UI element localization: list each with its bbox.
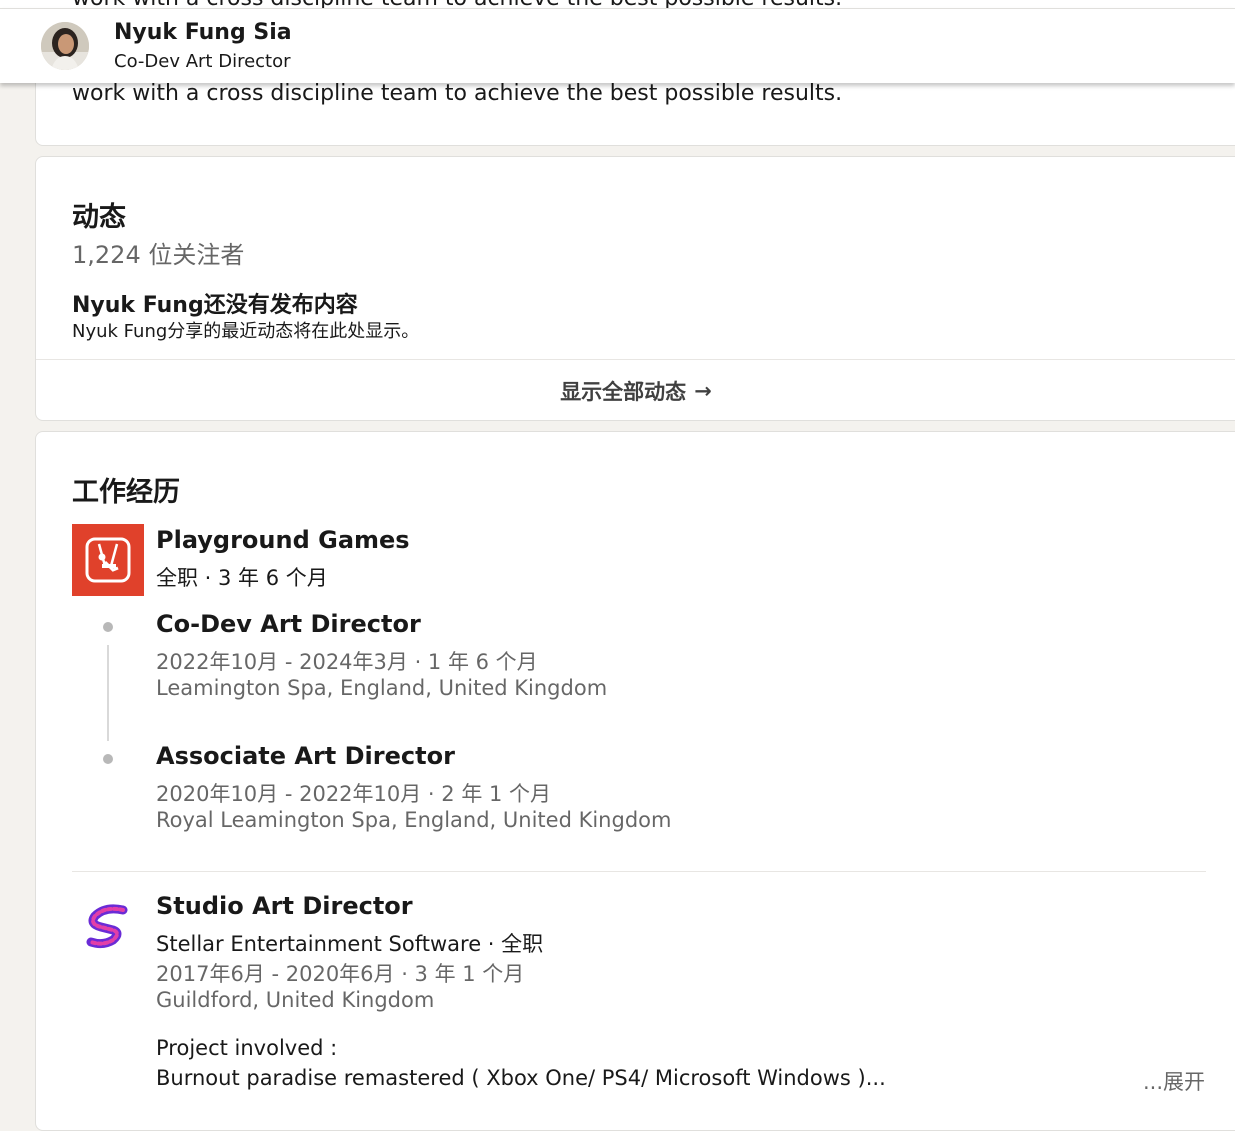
followers-count: 1,224 位关注者	[72, 241, 245, 269]
company-tenure: 全职 · 3 年 6 个月	[156, 566, 328, 590]
no-posts-title: Nyuk Fung还没有发布内容	[72, 293, 358, 318]
role-dates: 2022年10月 - 2024年3月 · 1 年 6 个月	[156, 650, 538, 674]
show-all-activity-button[interactable]: 显示全部动态 →	[36, 360, 1235, 421]
role-location: Guildford, United Kingdom	[156, 988, 435, 1012]
role-description-line: Project involved :	[156, 1036, 338, 1060]
company-logo-stellar-entertainment[interactable]	[83, 902, 133, 952]
arrow-right-icon: →	[694, 378, 712, 403]
activity-card: 动态 1,224 位关注者 Nyuk Fung还没有发布内容 Nyuk Fung…	[35, 156, 1235, 421]
stellar-entertainment-logo-icon	[86, 904, 128, 949]
role-dates: 2020年10月 - 2022年10月 · 2 年 1 个月	[156, 782, 552, 806]
role-location: Royal Leamington Spa, England, United Ki…	[156, 808, 672, 832]
avatar-portrait-icon	[41, 22, 89, 70]
scrolled-text: work with a cross discipline team to ach…	[72, 0, 842, 8]
scrolled-content-strip: work with a cross discipline team to ach…	[0, 0, 1235, 8]
experience-section-title: 工作经历	[72, 477, 180, 508]
company-name[interactable]: Playground Games	[156, 526, 410, 554]
timeline-dot	[103, 754, 113, 764]
profile-headline: Co-Dev Art Director	[114, 51, 291, 72]
role-title[interactable]: Associate Art Director	[156, 742, 455, 770]
timeline-dot	[103, 622, 113, 632]
role-title[interactable]: Studio Art Director	[156, 892, 413, 920]
company-line: Stellar Entertainment Software · 全职	[156, 932, 544, 956]
avatar[interactable]	[41, 22, 89, 70]
playground-games-swing-icon	[72, 524, 144, 596]
no-posts-subtitle: Nyuk Fung分享的最近动态将在此处显示。	[72, 321, 420, 342]
role-dates: 2017年6月 - 2020年6月 · 3 年 1 个月	[156, 962, 525, 986]
role-description-line: Burnout paradise remastered ( Xbox One/ …	[156, 1066, 886, 1090]
timeline-line	[107, 645, 109, 741]
divider	[72, 871, 1206, 872]
company-logo-playground-games[interactable]	[72, 524, 144, 596]
see-more-button[interactable]: ...展开	[1143, 1066, 1205, 1096]
about-text: work with a cross discipline team to ach…	[72, 81, 843, 106]
activity-section-title: 动态	[72, 202, 126, 233]
show-all-activity-label: 显示全部动态	[560, 379, 687, 404]
sticky-profile-header: Nyuk Fung Sia Co-Dev Art Director	[0, 8, 1235, 83]
role-location: Leamington Spa, England, United Kingdom	[156, 676, 608, 700]
role-title[interactable]: Co-Dev Art Director	[156, 610, 421, 638]
experience-card: 工作经历 Playground Games 全职 · 3 年 6 个月 Co-D…	[35, 431, 1235, 1131]
profile-name[interactable]: Nyuk Fung Sia	[114, 20, 292, 45]
